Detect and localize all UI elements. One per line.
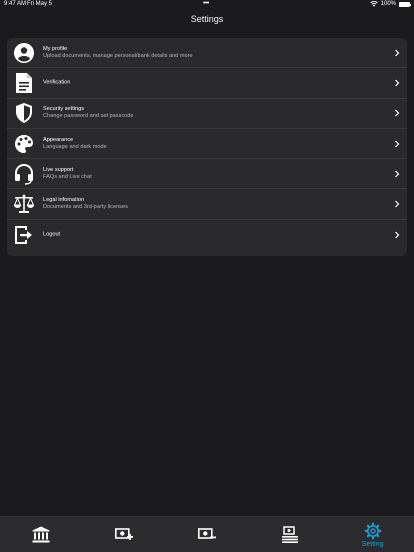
tab-label: Setting xyxy=(361,540,384,548)
settings-screen: 9:47 AM Fri May 5 ••• 100% Settings My p… xyxy=(0,0,414,552)
row-title: Security settings xyxy=(43,106,85,113)
tab-settings[interactable]: Setting xyxy=(331,517,414,552)
status-indicators: 100% xyxy=(369,1,411,7)
row-text: Logout xyxy=(43,231,60,238)
settings-item-logout[interactable]: Logout xyxy=(7,220,407,250)
row-subtitle: Upload documents, manage personal/bank d… xyxy=(43,52,193,59)
tab-bank[interactable] xyxy=(0,517,83,552)
shield-icon xyxy=(13,102,35,124)
document-icon xyxy=(13,72,35,94)
person-icon xyxy=(13,42,35,64)
row-text: Appearance Language and dark mode xyxy=(43,137,107,151)
wifi-icon xyxy=(369,1,378,7)
tab-transactions[interactable] xyxy=(248,517,331,552)
multitasking-dots-icon[interactable]: ••• xyxy=(203,0,209,7)
row-title: Logout xyxy=(43,231,61,238)
row-title: Legal infomation xyxy=(43,197,85,204)
chevron-right-icon xyxy=(395,79,400,87)
row-text: Live support FAQs and Live chat xyxy=(43,167,92,181)
settings-item-my-profile[interactable]: My profile Upload documents, manage pers… xyxy=(7,38,407,69)
row-text: Verification xyxy=(43,79,70,86)
page-title: Settings xyxy=(190,14,224,24)
row-title: Live support xyxy=(43,166,74,173)
row-text: My profile Upload documents, manage pers… xyxy=(43,46,193,60)
row-subtitle: Language and dark mode xyxy=(43,143,107,150)
settings-item-appearance[interactable]: Appearance Language and dark mode xyxy=(7,129,407,160)
settings-item-security[interactable]: Security settings Change password and se… xyxy=(7,99,407,129)
row-text: Legal infomation Documents and 3rd-party… xyxy=(43,197,128,211)
deposit-icon xyxy=(115,527,134,540)
row-title: My profile xyxy=(43,45,68,52)
row-subtitle: FAQs and Live chat xyxy=(43,173,92,180)
battery-icon xyxy=(399,1,411,7)
chevron-right-icon xyxy=(395,200,400,208)
tab-bar: Setting xyxy=(0,516,414,552)
settings-item-legal[interactable]: Legal infomation Documents and 3rd-party… xyxy=(7,189,407,220)
transfer-list-icon xyxy=(281,526,298,543)
gear-icon xyxy=(364,522,381,539)
bank-icon xyxy=(32,526,50,543)
logout-icon xyxy=(13,224,35,246)
status-date: Fri May 5 xyxy=(27,1,53,7)
chevron-right-icon xyxy=(395,49,400,57)
withdraw-icon xyxy=(197,527,216,539)
status-bar: 9:47 AM Fri May 5 ••• 100% xyxy=(0,0,414,12)
chevron-right-icon xyxy=(395,170,400,178)
settings-item-verification[interactable]: Verification xyxy=(7,68,407,99)
row-text: Security settings Change password and se… xyxy=(43,106,134,120)
battery-percent: 100% xyxy=(380,1,396,7)
row-title: Verification xyxy=(43,79,71,86)
chevron-right-icon xyxy=(395,231,400,239)
palette-icon xyxy=(13,133,35,155)
chevron-right-icon xyxy=(395,140,400,147)
status-time: 9:47 AM xyxy=(4,1,27,7)
settings-item-live-support[interactable]: Live support FAQs and Live chat xyxy=(7,159,407,190)
tab-deposit[interactable] xyxy=(83,517,166,552)
headset-icon xyxy=(13,163,35,185)
settings-list: My profile Upload documents, manage pers… xyxy=(7,38,407,256)
tab-withdraw[interactable] xyxy=(166,517,249,552)
scales-icon xyxy=(13,193,35,215)
row-title: Appearance xyxy=(43,136,74,143)
chevron-right-icon xyxy=(395,109,400,117)
row-subtitle: Change password and set passcode xyxy=(43,113,134,120)
row-subtitle: Documents and 3rd-party licenses xyxy=(43,204,128,211)
